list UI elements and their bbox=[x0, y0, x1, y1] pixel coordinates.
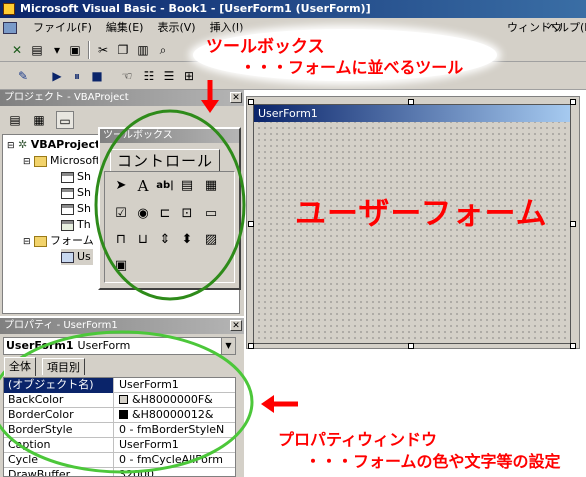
properties-annotation-desc: ・・・フォームの色や文字等の設定 bbox=[305, 452, 561, 471]
toolbox-annotation-desc: ・・・フォームに並べるツール bbox=[240, 58, 464, 77]
properties-highlight-circle bbox=[0, 330, 254, 474]
toolbox-highlight-circle bbox=[94, 109, 246, 301]
tab-alphabetic[interactable]: 全体 bbox=[4, 357, 36, 376]
properties-annotation-title: プロパティウィンドウ bbox=[278, 430, 438, 449]
userform-annotation: ユーザーフォーム bbox=[295, 196, 548, 232]
